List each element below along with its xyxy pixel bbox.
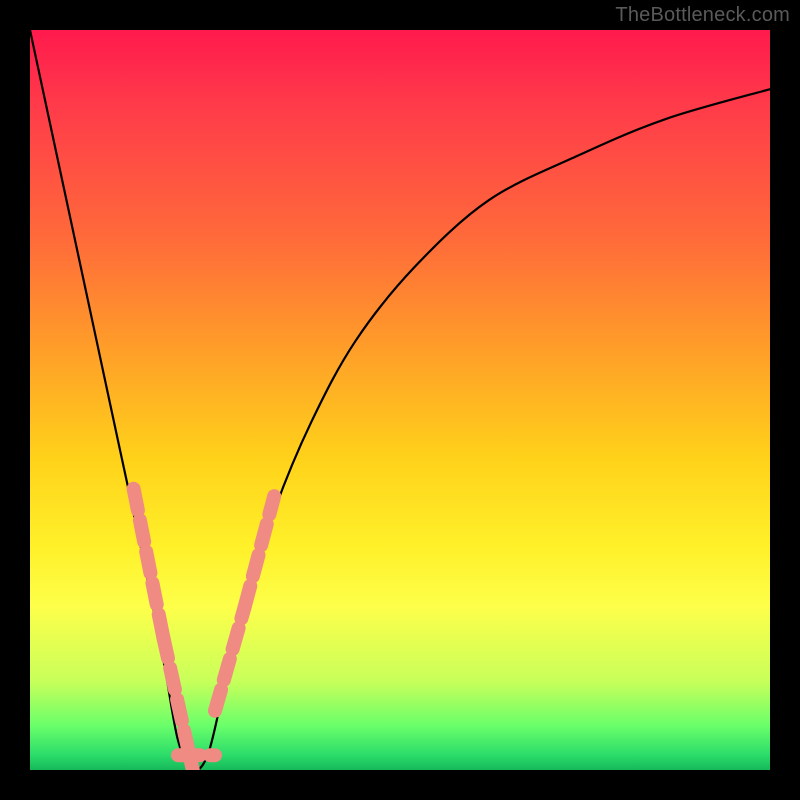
highlight-right-lower [215, 607, 245, 711]
highlight-left-upper [134, 489, 164, 637]
chart-stage: TheBottleneck.com [0, 0, 800, 800]
highlight-group [134, 489, 275, 770]
plot-area [30, 30, 770, 770]
curve-layer [30, 30, 770, 770]
highlight-right-upper [245, 496, 275, 607]
bottleneck-curve [30, 30, 770, 770]
watermark-text: TheBottleneck.com [615, 4, 790, 27]
